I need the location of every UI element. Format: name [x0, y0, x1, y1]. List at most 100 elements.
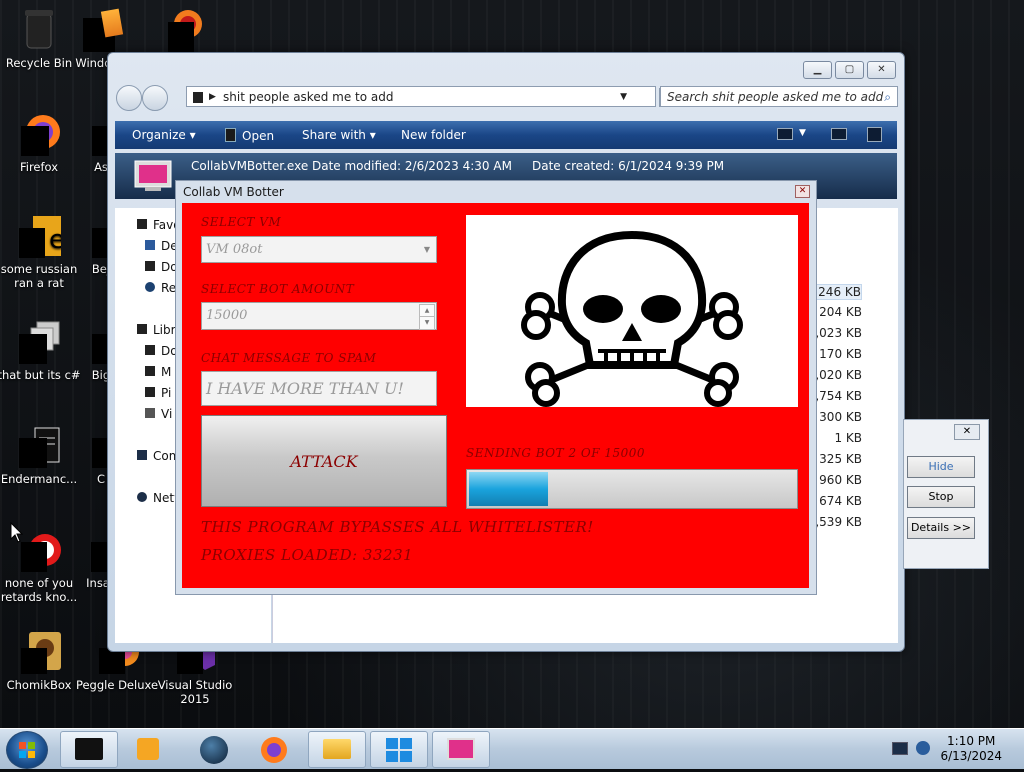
close-button[interactable]: ✕ — [795, 185, 810, 198]
windows-tiles-icon — [386, 738, 412, 762]
back-button[interactable] — [116, 85, 142, 111]
network-icon — [137, 492, 147, 502]
details-button[interactable]: Details >> — [907, 517, 975, 539]
skull-image — [466, 215, 798, 407]
select-vm-value: VM 08ot — [206, 242, 263, 257]
taskbar-globe-button[interactable] — [185, 731, 243, 768]
nav-downloads[interactable]: Do — [145, 260, 178, 274]
endermanch-desktop-icon[interactable]: Endermanc... — [0, 424, 82, 486]
desktop-icon — [145, 240, 155, 250]
network-tray-icon[interactable] — [892, 742, 908, 755]
stop-button[interactable]: Stop — [907, 486, 975, 508]
sending-status: SENDING BOT 2 OF 15000 — [466, 446, 646, 460]
nav-music[interactable]: M — [145, 365, 171, 379]
taskbar-terminal-button[interactable] — [60, 731, 118, 768]
start-button[interactable] — [6, 731, 48, 769]
recent-icon — [145, 282, 155, 292]
desktop-icon-label: ChomikBox — [6, 678, 72, 692]
nav-computer[interactable]: Com — [137, 449, 180, 463]
view-options-icon[interactable] — [777, 128, 793, 140]
firefox-icon — [17, 112, 61, 156]
attack-button[interactable]: ATTACK — [201, 415, 447, 507]
desktop-icon-label: Peggle Deluxe — [75, 678, 159, 692]
orange-app-desktop-icon[interactable] — [150, 8, 210, 56]
select-vm-label: SELECT VM — [201, 215, 282, 229]
nav-desktop[interactable]: De — [145, 239, 178, 253]
exe-file-icon — [129, 157, 177, 195]
progress-dialog: ✕ Hide Stop Details >> — [903, 419, 989, 569]
forward-button[interactable] — [142, 85, 168, 111]
windows-logo-icon — [19, 742, 35, 758]
bot-progress-bar — [466, 469, 798, 509]
close-button[interactable]: ✕ — [867, 61, 896, 79]
desktop-icon-label: Endermanc... — [0, 472, 78, 486]
address-bar[interactable]: ▶ shit people asked me to add ▼ ↻ — [186, 86, 681, 108]
some-russian-desktop-icon[interactable]: e some russian ran a rat — [0, 214, 82, 290]
search-input[interactable]: Search shit people asked me to add ⌕ — [660, 86, 898, 107]
desktop-icon-label: Visual Studio 2015 — [157, 678, 233, 706]
desktop-icon-label: As — [94, 160, 108, 174]
open-icon — [225, 128, 236, 142]
organize-button[interactable]: Organize ▾ — [132, 128, 196, 142]
bot-amount-value: 15000 — [206, 308, 248, 323]
share-with-button[interactable]: Share with ▾ — [302, 128, 376, 142]
date-modified: Date modified: 2/6/2023 4:30 AM — [312, 159, 512, 173]
media-player-icon — [137, 738, 159, 760]
preview-pane-icon[interactable] — [831, 128, 847, 140]
search-icon[interactable]: ⌕ — [884, 87, 891, 108]
bot-amount-stepper[interactable]: 15000 ▲ ▼ — [201, 302, 437, 330]
system-clock[interactable]: 1:10 PM 6/13/2024 — [940, 734, 1002, 764]
that-but-csharp-desktop-icon[interactable]: that but its c# — [0, 320, 82, 382]
nav-recent[interactable]: Re — [145, 281, 176, 295]
svg-text:e: e — [49, 225, 61, 255]
navigation-bar: ▶ shit people asked me to add ▼ ↻ Search… — [114, 83, 898, 111]
botter-window[interactable]: Collab VM Botter ✕ SELECT VM VM 08ot ▼ S… — [175, 180, 817, 595]
library-icon — [137, 324, 147, 334]
nav-documents[interactable]: Do — [145, 344, 178, 358]
firefox-desktop-icon[interactable]: Firefox — [0, 112, 82, 174]
new-folder-button[interactable]: New folder — [401, 128, 466, 142]
chat-message-input[interactable]: I HAVE MORE THAN U! — [201, 371, 437, 406]
chevron-down-icon[interactable]: ▼ — [620, 87, 627, 108]
taskbar-media-button[interactable] — [120, 731, 178, 768]
open-button[interactable]: Open — [225, 128, 274, 143]
taskbar-firefox-button[interactable] — [245, 731, 303, 768]
hide-button[interactable]: Hide — [907, 456, 975, 478]
chomikbox-desktop-icon[interactable]: ChomikBox — [0, 630, 82, 692]
desktop-icon-label: some russian ran a rat — [0, 262, 78, 290]
chomikbox-icon — [17, 630, 61, 674]
videos-icon — [145, 408, 155, 418]
date-created: Date created: 6/1/2024 9:39 PM — [532, 159, 725, 173]
decrement-arrow-icon[interactable]: ▼ — [419, 316, 435, 330]
window-title: Collab VM Botter — [183, 185, 284, 199]
nav-pictures[interactable]: Pi — [145, 386, 171, 400]
command-toolbar: Organize ▾ Open Share with ▾ New folder … — [115, 121, 897, 149]
minimize-button[interactable]: ▁ — [803, 61, 832, 79]
windows-stack-icon — [17, 320, 61, 364]
desktop-icon-label: that but its c# — [0, 368, 81, 382]
help-icon[interactable] — [867, 127, 882, 142]
firefox-icon — [261, 737, 287, 763]
clock-date: 6/13/2024 — [940, 749, 1002, 763]
folder-icon — [323, 739, 351, 759]
select-vm-dropdown[interactable]: VM 08ot ▼ — [201, 236, 437, 263]
ie-icon: e — [17, 214, 65, 258]
music-icon — [145, 366, 155, 376]
close-button[interactable]: ✕ — [954, 424, 980, 440]
search-placeholder: Search shit people asked me to add — [667, 90, 884, 104]
taskbar-explorer-button[interactable] — [308, 731, 366, 768]
documents-icon — [145, 345, 155, 355]
chevron-down-icon[interactable]: ▼ — [799, 128, 806, 138]
desktop-icon-label: Firefox — [19, 160, 59, 174]
progress-fill — [469, 472, 548, 506]
nav-libraries[interactable]: Libr — [137, 323, 176, 337]
taskbar-botter-button[interactable] — [432, 731, 490, 768]
maximize-button[interactable]: ▢ — [835, 61, 864, 79]
nav-videos[interactable]: Vi — [145, 407, 172, 421]
botter-panel: SELECT VM VM 08ot ▼ SELECT BOT AMOUNT 15… — [182, 203, 809, 588]
chevron-down-icon: ▼ — [423, 245, 430, 254]
desktop-icon-label: none of you retards kno... — [0, 576, 78, 604]
desktop-icon-label: Recycle Bin — [5, 56, 73, 70]
volume-tray-icon[interactable] — [916, 741, 930, 755]
taskbar-windows-button[interactable] — [370, 731, 428, 768]
